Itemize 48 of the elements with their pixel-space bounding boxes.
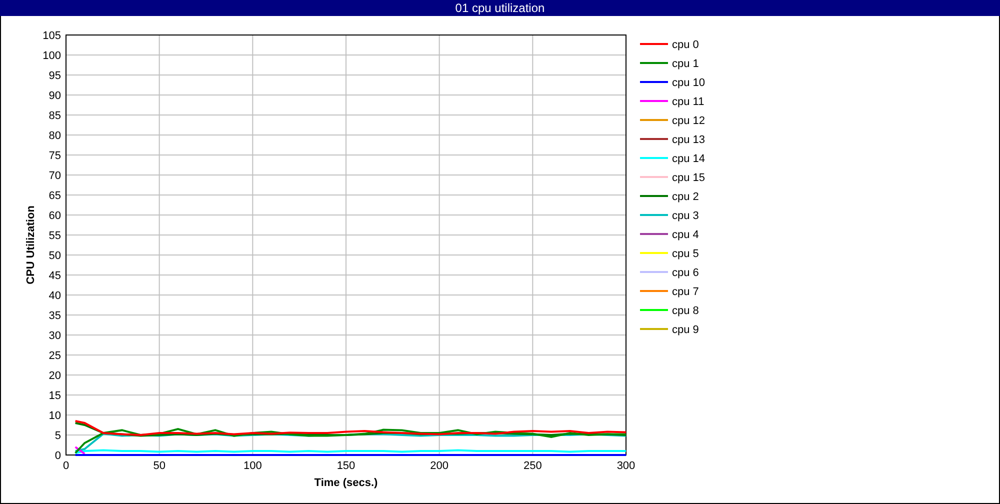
legend-label: cpu 8 xyxy=(672,305,699,317)
y-tick-label: 25 xyxy=(48,350,61,362)
x-tick-label: 0 xyxy=(62,460,70,472)
y-tick-label: 60 xyxy=(48,210,61,222)
x-tick-label: 100 xyxy=(243,460,262,472)
x-tick-label: 300 xyxy=(616,460,636,472)
y-tick-label: 30 xyxy=(48,330,61,342)
y-tick-label: 95 xyxy=(48,70,61,82)
y-tick-label: 65 xyxy=(48,190,61,202)
y-tick-label: 45 xyxy=(48,270,61,282)
legend-label: cpu 13 xyxy=(672,134,706,146)
legend-label: cpu 15 xyxy=(672,172,706,184)
y-tick-label: 10 xyxy=(48,410,61,422)
legend-label: cpu 11 xyxy=(672,96,704,108)
y-tick-label: 20 xyxy=(48,370,61,382)
y-tick-label: 55 xyxy=(48,230,61,242)
x-tick-label: 150 xyxy=(336,460,356,472)
y-tick-label: 85 xyxy=(48,110,61,122)
y-tick-label: 75 xyxy=(48,150,61,162)
x-tick-label: 200 xyxy=(430,460,449,472)
legend-label: cpu 1 xyxy=(672,58,699,70)
legend-label: cpu 7 xyxy=(672,286,699,298)
legend-label: cpu 9 xyxy=(672,324,699,336)
y-tick-label: 70 xyxy=(48,170,61,182)
y-axis-title: CPU Utilization xyxy=(25,206,37,284)
legend-label: cpu 3 xyxy=(672,210,699,222)
legend-label: cpu 14 xyxy=(672,153,706,165)
x-tick-label: 50 xyxy=(153,460,166,472)
y-tick-label: 90 xyxy=(48,90,61,102)
y-tick-label: 35 xyxy=(48,310,61,322)
y-tick-label: 40 xyxy=(48,290,61,302)
legend-label: cpu 5 xyxy=(672,248,699,260)
window-title: 01 cpu utilization xyxy=(0,0,1000,16)
legend-label: cpu 2 xyxy=(672,191,699,203)
legend-label: cpu 0 xyxy=(672,39,699,51)
y-tick-label: 80 xyxy=(48,130,61,142)
x-axis-title: Time (secs.) xyxy=(314,477,378,489)
y-tick-label: 105 xyxy=(42,30,61,42)
legend-label: cpu 12 xyxy=(672,115,706,127)
x-tick-label: 250 xyxy=(523,460,542,472)
y-tick-label: 15 xyxy=(48,390,61,402)
legend-label: cpu 6 xyxy=(672,267,699,279)
legend-label: cpu 10 xyxy=(672,77,706,89)
y-tick-label: 5 xyxy=(54,430,61,442)
y-tick-label: 0 xyxy=(54,450,61,462)
y-tick-label: 100 xyxy=(42,50,61,62)
legend-label: cpu 4 xyxy=(672,229,699,241)
y-tick-label: 50 xyxy=(48,250,61,262)
